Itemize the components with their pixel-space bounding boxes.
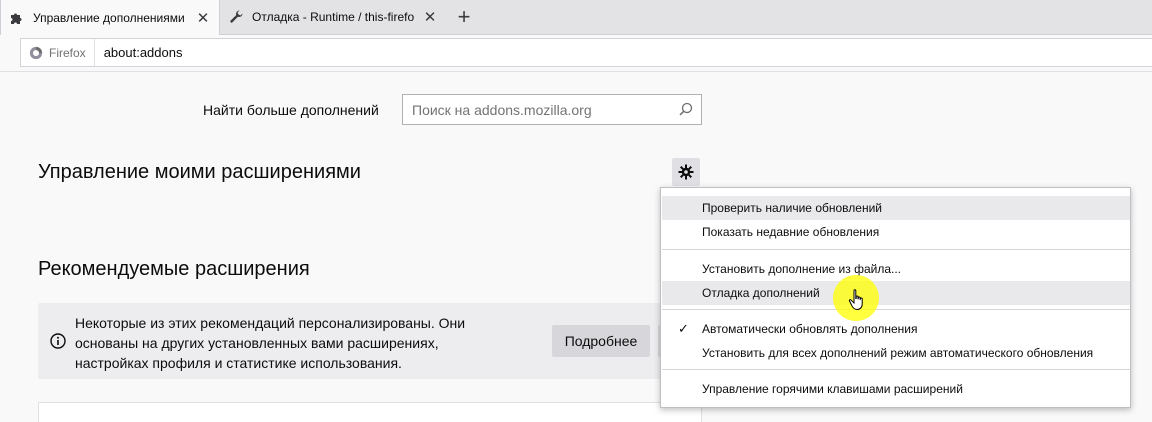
search-box[interactable] bbox=[402, 94, 702, 125]
tab-title: Управление дополнениями bbox=[33, 10, 185, 25]
menu-item-auto-update[interactable]: ✓ Автоматически обновлять дополнения bbox=[662, 317, 1130, 341]
addon-card bbox=[38, 402, 702, 422]
menu-item-reset-auto-update[interactable]: Установить для всех дополнений режим авт… bbox=[662, 341, 1130, 365]
info-icon bbox=[50, 333, 66, 349]
tools-menu-button[interactable] bbox=[672, 158, 700, 186]
wrench-icon bbox=[228, 9, 244, 25]
identity-label: Firefox bbox=[49, 45, 86, 60]
recommendation-notice: Некоторые из этих рекомендаций персонали… bbox=[38, 303, 702, 379]
recommended-heading: Рекомендуемые расширения bbox=[38, 258, 310, 280]
menu-item-debug-addons[interactable]: Отладка дополнений bbox=[662, 281, 1130, 305]
learn-more-button[interactable]: Подробнее bbox=[552, 325, 650, 357]
menu-item-manage-shortcuts[interactable]: Управление горячими клавишами расширений bbox=[662, 377, 1130, 401]
menu-separator bbox=[662, 309, 1130, 310]
tab-title: Отладка - Runtime / this-firefo bbox=[252, 10, 415, 24]
firefox-logo-icon bbox=[29, 46, 43, 59]
gear-icon bbox=[678, 164, 694, 180]
tab-debugging[interactable]: Отладка - Runtime / this-firefo ✕ bbox=[220, 0, 446, 34]
nav-bar: Firefox about:addons bbox=[0, 35, 1152, 72]
menu-item-recent-updates[interactable]: Показать недавние обновления bbox=[662, 220, 1130, 244]
checkmark-icon: ✓ bbox=[678, 321, 689, 336]
page-title: Управление моими расширениями bbox=[38, 161, 361, 183]
hand-cursor-icon bbox=[848, 289, 863, 311]
new-tab-button[interactable]: + bbox=[452, 4, 476, 29]
menu-separator bbox=[662, 249, 1130, 250]
notice-line: основаны на других установленных вами ра… bbox=[75, 335, 439, 351]
url-bar[interactable]: Firefox about:addons bbox=[20, 38, 1152, 67]
notice-line: Некоторые из этих рекомендаций персонали… bbox=[75, 315, 466, 331]
tab-strip: Управление дополнениями ✕ Отладка - Runt… bbox=[0, 0, 1152, 35]
identity-box[interactable]: Firefox bbox=[21, 39, 95, 66]
menu-item-check-updates[interactable]: Проверить наличие обновлений bbox=[662, 196, 1130, 220]
puzzle-icon bbox=[9, 10, 25, 26]
tab-addons-manager[interactable]: Управление дополнениями ✕ bbox=[0, 0, 220, 35]
search-input[interactable] bbox=[403, 100, 674, 119]
menu-item-install-from-file[interactable]: Установить дополнение из файла... bbox=[662, 257, 1130, 281]
notice-text: Некоторые из этих рекомендаций персонали… bbox=[75, 313, 535, 373]
menu-item-label: Автоматически обновлять дополнения bbox=[702, 322, 918, 336]
close-icon[interactable]: ✕ bbox=[193, 8, 213, 28]
tools-menu: Проверить наличие обновлений Показать не… bbox=[660, 187, 1131, 408]
url-text[interactable]: about:addons bbox=[95, 45, 183, 60]
close-icon[interactable]: ✕ bbox=[420, 7, 440, 27]
search-icon[interactable] bbox=[679, 102, 693, 116]
notice-line: настройках профиля и статистике использо… bbox=[75, 355, 402, 371]
menu-separator bbox=[662, 369, 1130, 370]
find-more-label: Найти больше дополнений bbox=[203, 102, 379, 118]
